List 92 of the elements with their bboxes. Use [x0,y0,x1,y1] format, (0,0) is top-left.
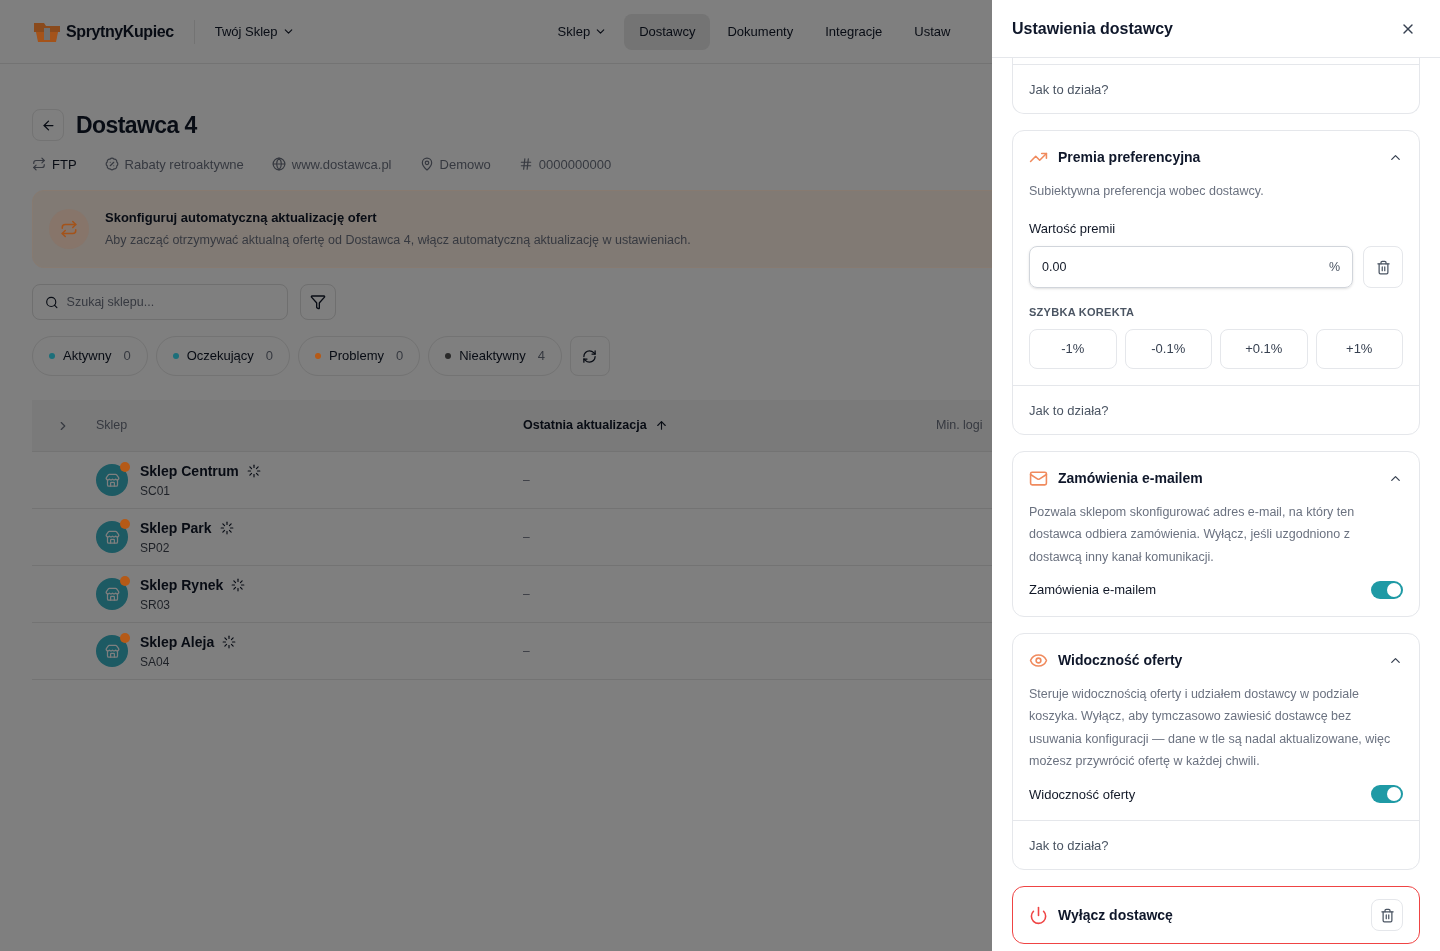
store-avatar [96,464,128,496]
store-avatar [96,521,128,553]
filter-icon [310,294,326,310]
quick-label: SZYBKA KOREKTA [1029,305,1136,320]
status-count: 0 [123,347,131,366]
nav-tab[interactable]: Integracje [810,13,898,50]
delete-button[interactable] [1371,899,1403,931]
store-name: Sklep Rynek [140,575,224,595]
nav-tab[interactable]: Dokumenty [712,13,809,50]
section-title: Widoczność oferty [1058,650,1183,670]
page-title: Dostawca 4 [76,111,197,140]
column-header[interactable]: Min. logi [936,416,983,435]
adjust-button[interactable]: +1% [1315,328,1403,369]
store-name: Sklep Centrum [140,461,239,481]
supplier-meta: FTP [52,155,77,174]
adjust-button[interactable]: -1% [1029,328,1117,369]
help-link[interactable]: Jak to działa? [1029,402,1109,418]
help-link[interactable]: Jak to działa? [1029,838,1109,853]
logo-icon [32,20,62,43]
discount-icon [104,157,119,172]
section-description: Pozwala sklepom skonfigurować adres e-mail, na który ten dostawca odbiera zamówienia. Wyłącz, jeśli uzgodniono z dostawcą inny kanał komunikacji. [1029,503,1356,566]
status-label: Problemy [329,347,384,366]
last-update-cell-text: – [523,643,530,660]
section-description: Subiektywna preferencja wobec dostawcy. [1029,183,1265,200]
pending-icon [231,578,246,592]
section-title: Premia preferencyjna [1058,148,1201,167]
column-header[interactable]: Ostatnia aktualizacja [523,416,647,435]
nav-tab[interactable]: Sklep [542,13,623,50]
store-code: SR03 [140,596,172,614]
status-count: 0 [396,347,404,366]
danger-title: Wyłącz dostawcę [1058,905,1173,925]
status-count: 0 [265,347,274,366]
location-icon [419,157,434,172]
refresh-icon [582,348,598,364]
refresh-button[interactable] [569,336,610,376]
status-label: Aktywny [63,347,112,366]
store-name: Sklep Park [140,518,212,538]
store-name: Sklep Aleja [140,632,215,652]
search-field[interactable]: Szukaj sklepu... [32,284,288,320]
toggle-switch[interactable] [1371,785,1403,804]
store-code: SA04 [140,653,171,671]
banner-title: Skonfiguruj automatyczną aktualizację ofert [105,208,378,227]
last-update-cell-text: – [523,529,530,546]
store-code: SC01 [140,482,172,500]
pending-icon [219,521,234,535]
store-avatar [96,635,128,667]
toggle-label: Zamówienia e-mailem [1029,581,1157,599]
drawer-title: Ustawienia dostawcy [1012,18,1173,39]
premium-input[interactable]: 0.00 [1042,257,1329,277]
filter-button[interactable] [300,284,336,320]
envelope-icon [1029,468,1048,488]
number-icon [518,157,533,172]
trash-icon [1375,259,1391,275]
supplier-meta: www.dostawca.pl [291,155,392,174]
back-button[interactable] [32,109,64,142]
clear-button[interactable] [1363,246,1403,288]
brand-name: SprytnyKupiec [66,21,174,42]
pending-icon [246,464,261,478]
toggle-switch[interactable] [1371,580,1403,599]
premium-field[interactable]: 0.00 % [1029,246,1353,288]
nav-tab[interactable]: Dostawcy [624,13,711,50]
store-code: SP02 [140,539,171,557]
banner-text: Aby zacząć otrzymywać aktualną ofertę od Dostawca 4, włącz automatyczną aktualizację w ustawieniach. [105,232,691,250]
section-description: Steruje widocznością oferty i udziałem dostawcy w podziale koszyka. Wyłącz, aby tymczasowo zawiesić dostawcę bez usuwania konfiguracji — dane w tle są nadal aktualizowane, więc możesz przywrócić ofertę w każdej chwili. [1029,685,1392,770]
search-icon [45,294,59,310]
adjust-button[interactable]: -0.1% [1124,328,1212,369]
trash-icon [1379,907,1395,923]
field-label: Wartość premii [1029,219,1117,238]
pending-icon [222,635,237,649]
toggle-label: Widoczność oferty [1029,785,1136,804]
nav-tab[interactable]: Ustaw [899,13,966,50]
help-link[interactable]: Jak to działa? [1029,82,1109,97]
store-switcher[interactable]: Twój Sklep [214,21,295,42]
power-icon [1029,905,1048,925]
ftp-icon [32,157,46,172]
unit-label: % [1328,258,1340,276]
last-update-cell-text: – [523,586,530,603]
search-input[interactable]: Szukaj sklepu... [66,292,275,312]
supplier-meta: Demowo [439,155,491,174]
website-icon [271,157,286,172]
section-title: Zamówienia e-mailem [1058,468,1203,488]
status-count: 4 [537,347,545,366]
adjust-button[interactable]: +0.1% [1220,328,1308,369]
column-header[interactable]: Sklep [96,416,128,435]
sync-icon [49,209,89,249]
last-update-cell-text: – [523,472,530,489]
status-label: Oczekujący [186,347,254,366]
supplier-meta: Rabaty retroaktywne [124,155,244,174]
status-label: Nieaktywny [459,347,526,366]
supplier-meta: 0000000000 [538,155,612,174]
store-avatar [96,578,128,610]
sort-arrow-icon [654,419,668,432]
